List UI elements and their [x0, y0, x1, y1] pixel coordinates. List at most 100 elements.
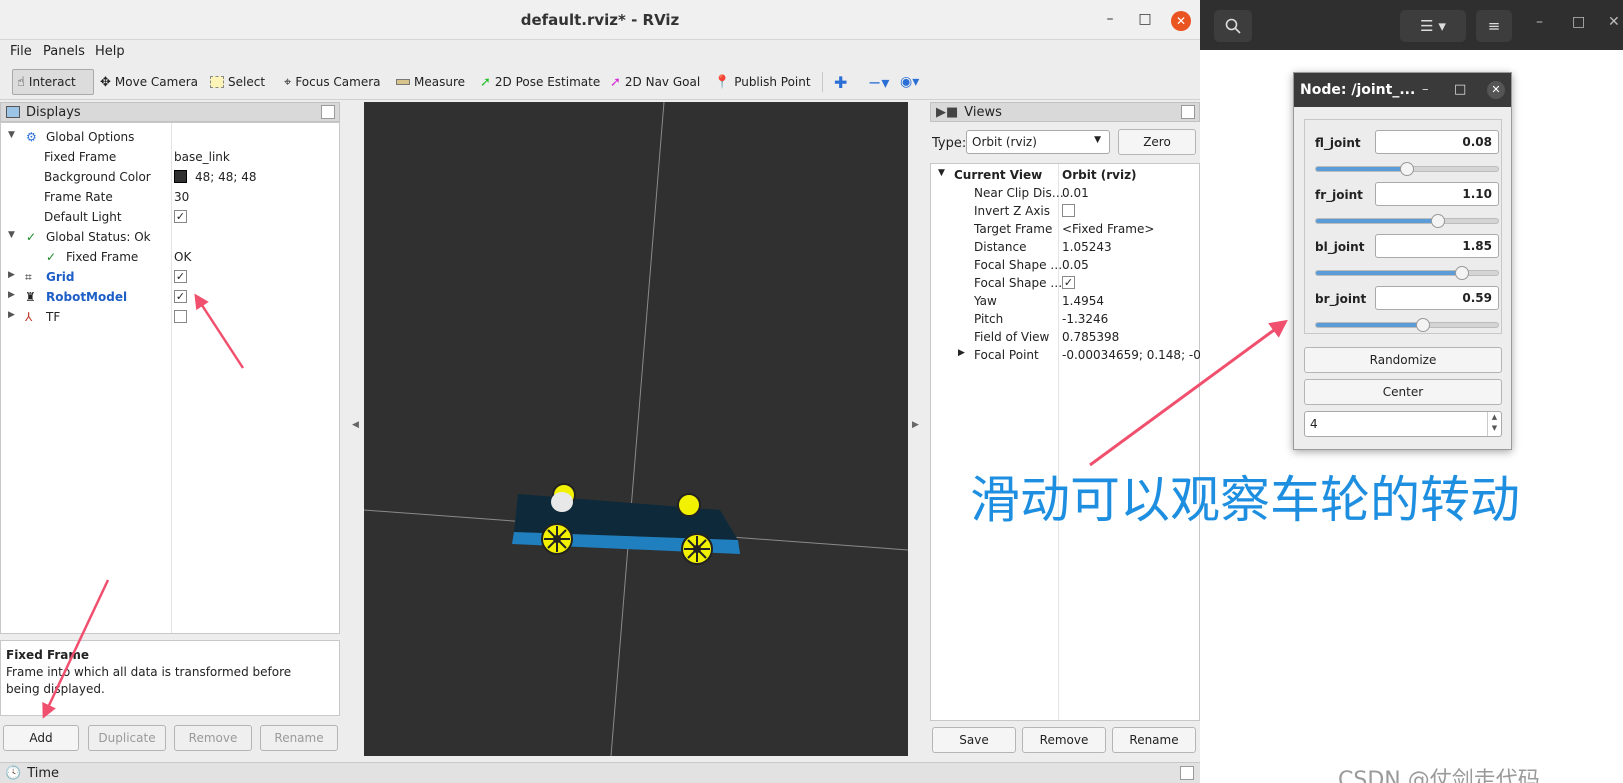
views-float-checkbox[interactable] — [1181, 105, 1195, 119]
zero-button[interactable]: Zero — [1118, 129, 1196, 155]
joint-value-field[interactable]: 0.08 — [1375, 130, 1499, 154]
tool-2d-pose-estimate[interactable]: ➚ 2D Pose Estimate — [476, 69, 604, 95]
view-prop-row[interactable]: Pitch -1.3246 — [931, 310, 1199, 328]
collapse-arrow-icon[interactable]: ▶ — [958, 348, 965, 358]
prop-value[interactable]: -1.3246 — [1062, 312, 1108, 326]
tree-row-grid[interactable]: ▶ ⌗ Grid ✓ — [1, 267, 339, 287]
fixed-frame-value[interactable]: base_link — [174, 150, 230, 164]
frame-rate-value[interactable]: 30 — [174, 190, 189, 204]
joint-slider[interactable] — [1315, 214, 1499, 228]
joint-slider[interactable] — [1315, 162, 1499, 176]
slider-knob[interactable] — [1430, 214, 1445, 228]
center-button[interactable]: Center — [1304, 379, 1502, 405]
view-prop-row[interactable]: Target Frame <Fixed Frame> — [931, 220, 1199, 238]
color-swatch[interactable] — [174, 170, 187, 183]
maximize-button[interactable]: □ — [1136, 11, 1154, 27]
tree-row-tf[interactable]: ▶ ⅄ TF — [1, 307, 339, 327]
tool-focus-camera[interactable]: ⌖ Focus Camera — [280, 69, 385, 95]
tool-measure[interactable]: Measure — [392, 69, 469, 95]
view-prop-row[interactable]: Focal Shape … 0.05 — [931, 256, 1199, 274]
tree-row-robot-model[interactable]: ▶ ♜ RobotModel ✓ — [1, 287, 339, 307]
tree-row-global-options[interactable]: ▼ ⚙ Global Options — [1, 127, 339, 147]
view-type-dropdown[interactable]: Orbit (rviz) ▼ — [966, 130, 1110, 154]
tree-row-default-light[interactable]: Default Light ✓ — [1, 207, 339, 227]
menu-panels[interactable]: Panels — [43, 44, 85, 59]
close-button[interactable]: ✕ — [1487, 81, 1505, 99]
prop-value[interactable]: <Fixed Frame> — [1062, 222, 1154, 236]
rows-spinbox[interactable]: 4 ▲ ▼ — [1304, 411, 1502, 437]
view-prop-row[interactable]: ▶ Focal Point -0.00034659; 0.148; -0… — [931, 346, 1200, 364]
expand-arrow-icon[interactable]: ▼ — [8, 130, 15, 140]
menu-help[interactable]: Help — [95, 44, 125, 59]
robot-model-checkbox[interactable]: ✓ — [174, 290, 187, 303]
prop-value[interactable]: 0.05 — [1062, 258, 1089, 272]
tree-row-global-status[interactable]: ▼ ✓ Global Status: Ok — [1, 227, 339, 247]
views-rename-button[interactable]: Rename — [1112, 727, 1196, 753]
joint-slider[interactable] — [1315, 266, 1499, 280]
grid-checkbox[interactable]: ✓ — [174, 270, 187, 283]
minimize-button[interactable]: – — [1101, 11, 1119, 27]
invert-z-checkbox[interactable] — [1062, 204, 1075, 217]
view-prop-row[interactable]: Invert Z Axis — [931, 202, 1199, 220]
duplicate-button[interactable]: Duplicate — [88, 725, 166, 751]
close-icon[interactable]: ✕ — [1608, 14, 1620, 30]
prop-value[interactable]: -0.00034659; 0.148; -0… — [1062, 348, 1200, 362]
tool-2d-nav-goal[interactable]: ➚ 2D Nav Goal — [606, 69, 704, 95]
view-prop-row[interactable]: Yaw 1.4954 — [931, 292, 1199, 310]
focal-shape-checkbox[interactable]: ✓ — [1062, 276, 1075, 289]
joint-slider[interactable] — [1315, 318, 1499, 332]
slider-knob[interactable] — [1454, 266, 1469, 280]
expand-arrow-icon[interactable]: ▼ — [8, 230, 15, 240]
collapse-arrow-icon[interactable]: ▶ — [8, 310, 15, 320]
prop-value[interactable]: 1.05243 — [1062, 240, 1112, 254]
eye-icon[interactable]: ◉▾ — [896, 69, 923, 95]
rename-button[interactable]: Rename — [260, 725, 338, 751]
tool-publish-point[interactable]: 📍 Publish Point — [710, 69, 815, 95]
displays-float-checkbox[interactable] — [321, 105, 335, 119]
minimize-icon[interactable]: – — [1536, 14, 1543, 30]
list-view-button[interactable]: ☰ ▾ — [1400, 10, 1466, 42]
spin-arrows-icon[interactable]: ▲ ▼ — [1487, 412, 1501, 436]
prop-value[interactable]: 0.01 — [1062, 186, 1089, 200]
tool-interact[interactable]: ☝ Interact — [12, 69, 94, 95]
tree-row-fixed-frame[interactable]: Fixed Frame base_link — [1, 147, 339, 167]
prop-value[interactable]: 0.785398 — [1062, 330, 1119, 344]
default-light-checkbox[interactable]: ✓ — [174, 210, 187, 223]
remove-button[interactable]: Remove — [174, 725, 252, 751]
slider-knob[interactable] — [1400, 162, 1414, 176]
menu-file[interactable]: File — [10, 44, 32, 59]
joint-value-field[interactable]: 1.85 — [1375, 234, 1499, 258]
collapse-arrow-icon[interactable]: ▶ — [8, 290, 15, 300]
maximize-icon[interactable]: □ — [1572, 14, 1585, 30]
time-float-checkbox[interactable] — [1180, 766, 1194, 780]
tool-select[interactable]: Select — [206, 69, 269, 95]
left-splitter-handle[interactable]: ◀ — [352, 420, 359, 430]
add-button[interactable]: Add — [3, 725, 79, 751]
tree-row-status-fixed-frame[interactable]: ✓ Fixed Frame OK — [1, 247, 339, 267]
joint-value-field[interactable]: 1.10 — [1375, 182, 1499, 206]
tool-move-camera[interactable]: ✥ Move Camera — [96, 69, 202, 95]
minimize-button[interactable]: – — [1422, 82, 1429, 97]
tf-checkbox[interactable] — [174, 310, 187, 323]
view-prop-row[interactable]: Distance 1.05243 — [931, 238, 1199, 256]
view-prop-row[interactable]: Focal Shape … ✓ — [931, 274, 1199, 292]
views-save-button[interactable]: Save — [932, 727, 1016, 753]
minus-icon[interactable]: −▾ — [864, 69, 893, 95]
randomize-button[interactable]: Randomize — [1304, 347, 1502, 373]
view-prop-row[interactable]: Near Clip Dis… 0.01 — [931, 184, 1199, 202]
views-remove-button[interactable]: Remove — [1022, 727, 1106, 753]
view-prop-row[interactable]: Field of View 0.785398 — [931, 328, 1199, 346]
joint-value-field[interactable]: 0.59 — [1375, 286, 1499, 310]
collapse-arrow-icon[interactable]: ▶ — [8, 270, 15, 280]
right-splitter-handle[interactable]: ▶ — [912, 420, 919, 430]
maximize-button[interactable]: □ — [1454, 82, 1466, 97]
menu-button[interactable]: ≡ — [1476, 10, 1512, 42]
plus-icon[interactable]: ✚ — [830, 69, 851, 95]
prop-value[interactable]: 1.4954 — [1062, 294, 1104, 308]
search-button[interactable] — [1214, 10, 1252, 42]
slider-knob[interactable] — [1416, 318, 1431, 332]
tree-row-background-color[interactable]: Background Color 48; 48; 48 — [1, 167, 339, 187]
tree-row-frame-rate[interactable]: Frame Rate 30 — [1, 187, 339, 207]
background-color-value[interactable]: 48; 48; 48 — [195, 170, 257, 184]
close-button[interactable]: ✕ — [1171, 11, 1191, 31]
